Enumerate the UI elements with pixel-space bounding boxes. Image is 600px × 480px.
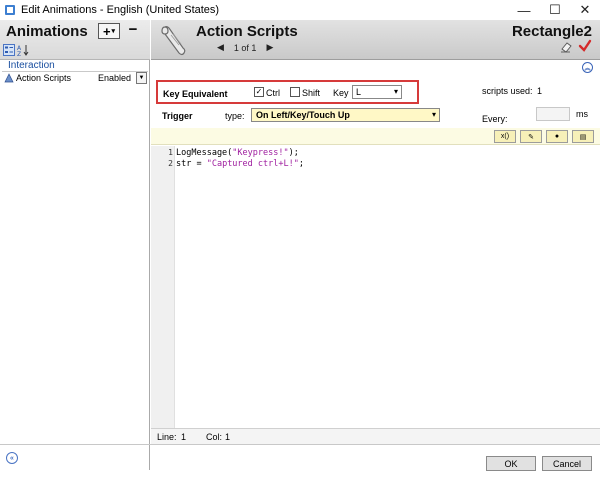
maximize-button[interactable]: ☐ xyxy=(540,0,570,20)
category-sort-icon[interactable] xyxy=(3,44,15,56)
function-wizard-button[interactable]: x() xyxy=(494,130,516,143)
chevron-down-icon: ▾ xyxy=(431,110,436,119)
key-equivalent-label: Key Equivalent xyxy=(163,89,228,99)
alphabetical-sort-icon[interactable]: A Z xyxy=(17,44,29,56)
window-title: Edit Animations - English (United States… xyxy=(21,4,220,16)
key-select[interactable]: L ▾ xyxy=(352,85,402,99)
code-text: str = xyxy=(176,159,207,169)
editor-statusbar: Line: 1 Col: 1 xyxy=(151,428,600,444)
trigger-type-label: type: xyxy=(225,111,245,121)
code-text: ); xyxy=(288,148,299,158)
previous-page-icon[interactable]: ◀ xyxy=(217,42,224,53)
chevron-down-icon: ▾ xyxy=(393,87,398,96)
cancel-button[interactable]: Cancel xyxy=(542,456,592,471)
collapse-panel-icon[interactable]: « xyxy=(6,452,18,464)
footer-divider xyxy=(0,444,600,445)
scroll-icon xyxy=(161,26,186,56)
ctrl-checkbox[interactable]: ✓ xyxy=(254,87,264,97)
animation-item-status: Enabled xyxy=(98,73,132,83)
object-name: Rectangle2 xyxy=(511,23,592,40)
line-value: 1 xyxy=(181,432,187,442)
scripts-used-value: 1 xyxy=(537,86,543,96)
code-line: LogMessage("Keypress!"); xyxy=(176,148,299,158)
interaction-section-label: Interaction xyxy=(8,60,55,71)
key-equivalent-group: Key Equivalent ✓ Ctrl Shift Key L ▾ xyxy=(156,80,419,104)
checkmark-icon[interactable] xyxy=(578,39,592,53)
animations-heading: Animations xyxy=(6,23,88,40)
editor-title: Action Scripts xyxy=(196,23,298,40)
scripts-used-label: scripts used: xyxy=(482,86,533,96)
add-label: + xyxy=(102,23,111,39)
script-icon xyxy=(4,73,14,83)
edit-script-button[interactable]: ✎ xyxy=(520,130,542,143)
animation-item-action-scripts[interactable]: Action Scripts Enabled ▼ xyxy=(2,72,148,86)
chevron-down-icon: ▾ xyxy=(111,27,116,35)
every-interval-input[interactable] xyxy=(536,107,570,121)
window-titlebar: Edit Animations - English (United States… xyxy=(0,0,600,20)
minimize-button[interactable]: — xyxy=(509,0,539,20)
shift-label: Shift xyxy=(302,88,321,98)
add-animation-button[interactable]: + ▾ xyxy=(98,23,120,39)
key-label: Key xyxy=(333,88,349,98)
trigger-type-select[interactable]: On Left/Key/Touch Up ▾ xyxy=(251,108,440,122)
key-select-value: L xyxy=(356,87,362,97)
line-number: 2 xyxy=(168,159,173,168)
ms-unit-label: ms xyxy=(576,109,588,119)
script-editor[interactable]: 1 2 LogMessage("Keypress!"); str = "Capt… xyxy=(151,146,600,428)
line-number-gutter: 1 2 xyxy=(151,146,175,428)
trigger-label: Trigger xyxy=(162,111,193,121)
pager: ◀ 1 of 1 ▶ xyxy=(217,42,273,53)
shift-checkbox[interactable] xyxy=(290,87,300,97)
code-string: "Captured ctrl+L!" xyxy=(206,159,299,169)
code-text: LogMessage( xyxy=(176,148,233,158)
status-dropdown-button[interactable]: ▼ xyxy=(136,72,147,84)
run-script-button[interactable]: ● xyxy=(546,130,568,143)
code-text: ; xyxy=(298,159,304,169)
eraser-icon[interactable] xyxy=(560,41,572,53)
next-page-icon[interactable]: ▶ xyxy=(266,42,273,53)
code-line: str = "Captured ctrl+L!"; xyxy=(176,159,304,169)
trigger-type-value: On Left/Key/Touch Up xyxy=(256,110,350,120)
animations-panel: Animations + ▾ − A Z Interaction Action S… xyxy=(0,20,150,470)
app-icon xyxy=(5,5,15,15)
remove-animation-button[interactable]: − xyxy=(126,21,140,38)
close-button[interactable]: ✕ xyxy=(570,0,600,20)
ok-button[interactable]: OK xyxy=(486,456,536,471)
collapse-up-icon[interactable]: ︽ xyxy=(582,62,593,73)
every-label: Every: xyxy=(482,114,508,124)
editor-toolbar: x() ✎ ● ▤ xyxy=(151,128,600,145)
col-value: 1 xyxy=(225,432,231,442)
col-label: Col: xyxy=(206,432,223,442)
animation-item-name: Action Scripts xyxy=(16,73,72,83)
script-list-button[interactable]: ▤ xyxy=(572,130,594,143)
line-number: 1 xyxy=(168,148,173,157)
ctrl-label: Ctrl xyxy=(266,88,280,98)
editor-header: Action Scripts ◀ 1 of 1 ▶ Rectangle2 xyxy=(151,20,600,60)
animations-header: Animations + ▾ − A Z xyxy=(0,20,150,60)
line-label: Line: xyxy=(157,432,177,442)
page-indicator: 1 of 1 xyxy=(233,42,257,53)
code-string: "Keypress!" xyxy=(232,148,289,158)
svg-text:Z: Z xyxy=(17,51,21,56)
